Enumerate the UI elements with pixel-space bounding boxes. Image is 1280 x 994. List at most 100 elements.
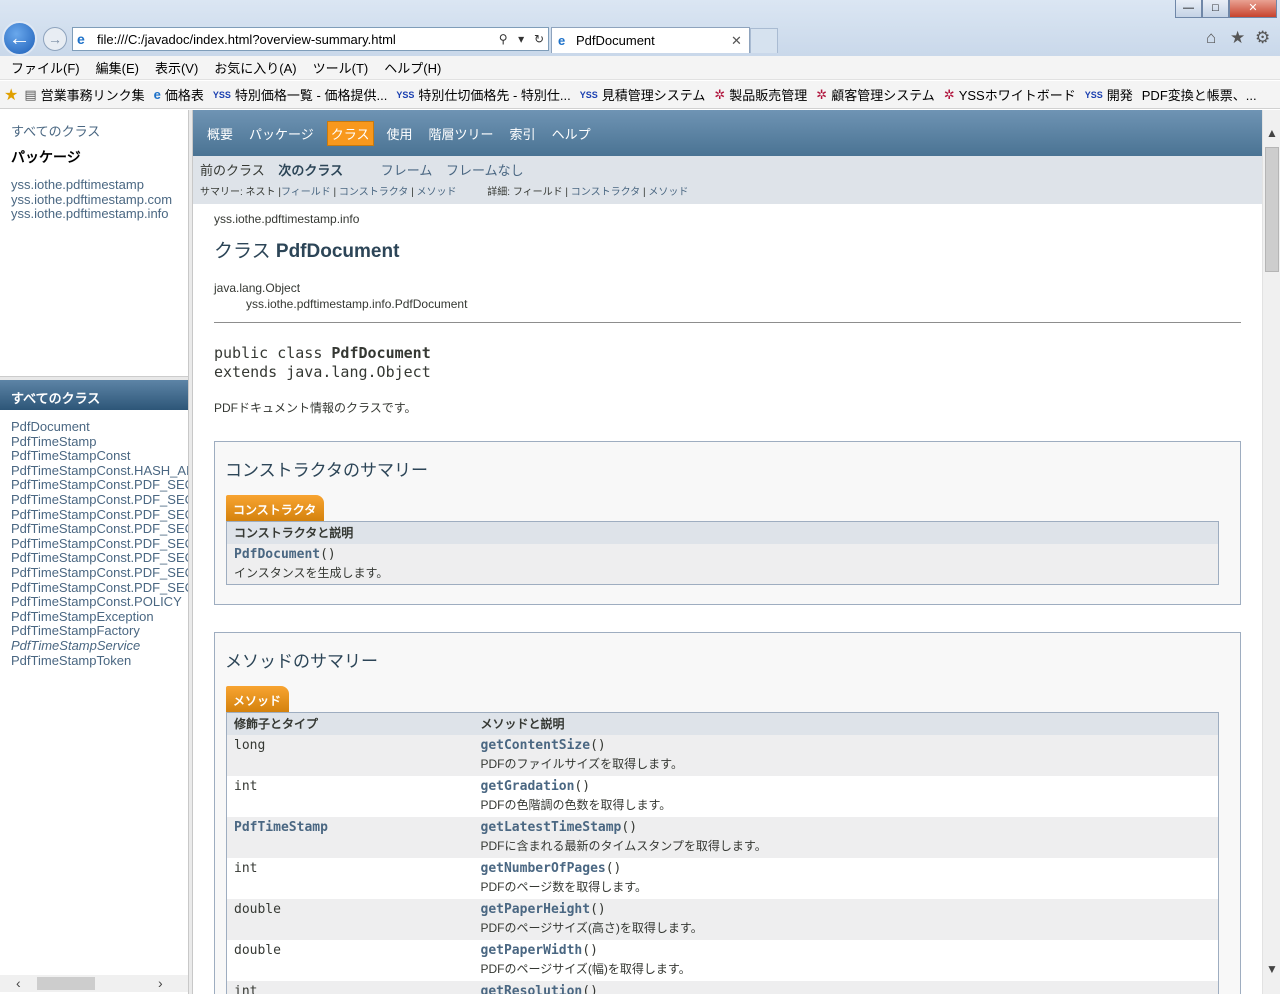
scroll-down-icon[interactable]: ▼ xyxy=(1266,962,1278,976)
scroll-up-icon[interactable]: ▲ xyxy=(1266,126,1278,140)
nav-index[interactable]: 索引 xyxy=(507,122,539,145)
summary-constructor-link[interactable]: コンストラクタ xyxy=(339,187,408,198)
menu-edit[interactable]: 編集(E) xyxy=(88,58,147,77)
detail-method-link[interactable]: メソッド xyxy=(648,187,688,198)
interface-link[interactable]: PdfTimeStampService xyxy=(11,638,188,654)
package-link[interactable]: yss.iothe.pdftimestamp.info xyxy=(11,206,172,222)
package-list: yss.iothe.pdftimestamp yss.iothe.pdftime… xyxy=(11,177,172,222)
package-link[interactable]: yss.iothe.pdftimestamp.com xyxy=(11,192,172,208)
no-frames-link[interactable]: フレームなし xyxy=(446,163,524,178)
browser-tab[interactable]: e PdfDocument ✕ xyxy=(551,27,750,53)
class-link[interactable]: PdfTimeStampConst.PDF_SEC xyxy=(11,565,188,581)
gear-icon[interactable]: ⚙ xyxy=(1255,28,1270,48)
yss-logo-icon: YSS xyxy=(579,89,598,100)
vertical-scrollbar[interactable]: ▲ ▼ xyxy=(1262,110,1280,994)
minimize-button[interactable]: — xyxy=(1175,0,1202,18)
class-link[interactable]: PdfTimeStampConst.POLICY xyxy=(11,595,188,610)
favorite-link[interactable]: YSS 特別仕切価格先 - 特別仕... xyxy=(396,85,570,104)
favorite-link[interactable]: ▤ 営業事務リンク集 xyxy=(24,85,144,104)
nav-use[interactable]: 使用 xyxy=(384,122,416,145)
inheritance-parent: java.lang.Object xyxy=(214,281,301,295)
class-link[interactable]: PdfDocument xyxy=(11,419,188,435)
menu-favorites[interactable]: お気に入り(A) xyxy=(206,58,304,77)
back-button[interactable]: ← xyxy=(2,21,37,56)
summary-method-link[interactable]: メソッド xyxy=(416,187,456,198)
method-link[interactable]: getPaperHeight xyxy=(481,902,591,917)
method-link[interactable]: getGradation xyxy=(481,779,575,794)
menu-tools[interactable]: ツール(T) xyxy=(305,58,377,77)
nav-help[interactable]: ヘルプ xyxy=(549,122,594,145)
class-link[interactable]: PdfTimeStampFactory xyxy=(11,624,188,639)
method-link[interactable]: getResolution xyxy=(481,984,583,994)
frames-link[interactable]: フレーム xyxy=(381,163,433,178)
refresh-icon[interactable]: ↻ xyxy=(530,32,548,46)
detail-field-label: フィールド xyxy=(512,187,563,198)
class-link[interactable]: PdfTimeStampConst.PDF_SEC xyxy=(11,478,188,493)
nav-package[interactable]: パッケージ xyxy=(246,122,317,145)
favorite-link[interactable]: YSS 特別価格一覧 - 価格提供... xyxy=(213,85,387,104)
class-link[interactable]: PdfTimeStamp xyxy=(11,434,188,450)
menu-help[interactable]: ヘルプ(H) xyxy=(376,58,449,77)
package-link[interactable]: yss.iothe.pdftimestamp xyxy=(11,177,172,193)
horizontal-scrollbar[interactable]: ‹ › xyxy=(0,975,188,992)
dropdown-icon[interactable]: ▾ xyxy=(512,32,530,46)
table-row: PdfDocument() インスタンスを生成します。 xyxy=(226,543,1219,584)
return-type-link[interactable]: PdfTimeStamp xyxy=(234,820,328,835)
method-link[interactable]: getLatestTimeStamp xyxy=(481,820,622,835)
class-link[interactable]: PdfTimeStampToken xyxy=(11,653,188,669)
scroll-right-icon[interactable]: › xyxy=(158,975,163,991)
detail-constructor-link[interactable]: コンストラクタ xyxy=(571,187,640,198)
address-input[interactable] xyxy=(94,31,495,47)
search-icon[interactable]: ⚲ xyxy=(494,32,512,46)
return-type: int xyxy=(234,983,258,994)
favorite-link[interactable]: e 価格表 xyxy=(154,85,204,104)
method-link[interactable]: getContentSize xyxy=(481,738,591,753)
divider xyxy=(214,322,1241,323)
menu-file[interactable]: ファイル(F) xyxy=(3,58,88,77)
class-link[interactable]: PdfTimeStampConst.PDF_SEC xyxy=(11,536,188,552)
menu-view[interactable]: 表示(V) xyxy=(147,58,206,77)
favorite-link[interactable]: ✲ 製品販売管理 xyxy=(714,85,807,104)
content-area: すべてのクラス パッケージ yss.iothe.pdftimestamp yss… xyxy=(0,110,1280,994)
class-link[interactable]: PdfTimeStampConst.PDF_SEC xyxy=(11,507,188,523)
sub-navbar: 前のクラス 次のクラス フレーム フレームなし サマリー: ネスト |フィールド… xyxy=(193,156,1262,204)
favorite-link[interactable]: ✲ 顧客管理システム xyxy=(816,85,935,104)
method-link[interactable]: getPaperWidth xyxy=(481,943,583,958)
menubar: ファイル(F) 編集(E) 表示(V) お気に入り(A) ツール(T) ヘルプ(… xyxy=(0,56,1280,80)
close-tab-icon[interactable]: ✕ xyxy=(731,33,749,49)
nav-tree[interactable]: 階層ツリー xyxy=(426,122,497,145)
next-class-link[interactable]: 次のクラス xyxy=(278,163,343,178)
nav-overview[interactable]: 概要 xyxy=(204,122,236,145)
home-icon[interactable]: ⌂ xyxy=(1206,28,1216,48)
ie-icon: e xyxy=(153,87,161,102)
class-link[interactable]: PdfTimeStampConst.PDF_SEC xyxy=(11,580,188,596)
summary-field-link[interactable]: フィールド xyxy=(281,187,331,198)
favorites-star-icon[interactable]: ★ xyxy=(1230,28,1245,48)
constructor-description: インスタンスを生成します。 xyxy=(234,565,389,580)
class-link[interactable]: PdfTimeStampConst xyxy=(11,449,188,464)
new-tab-button[interactable] xyxy=(750,28,778,53)
class-link[interactable]: PdfTimeStampException xyxy=(11,609,188,625)
summary-label: サマリー: ネスト | xyxy=(200,187,281,198)
maximize-button[interactable]: □ xyxy=(1202,0,1229,18)
favorite-link[interactable]: PDF変換と帳票、... xyxy=(1142,85,1257,104)
constructor-summary-title: コンストラクタのサマリー xyxy=(225,461,428,480)
forward-button[interactable]: → xyxy=(43,27,67,51)
scrollbar-thumb[interactable] xyxy=(1265,147,1279,272)
favorite-link[interactable]: YSS 見積管理システム xyxy=(580,85,706,104)
separator: | xyxy=(330,187,339,198)
favorite-link[interactable]: YSS 開発 xyxy=(1085,85,1133,104)
class-link[interactable]: PdfTimeStampConst.PDF_SEC xyxy=(11,492,188,508)
class-link[interactable]: PdfTimeStampConst.PDF_SEC xyxy=(11,522,188,537)
method-link[interactable]: getNumberOfPages xyxy=(481,861,606,876)
favorites-star-icon[interactable]: ★ xyxy=(4,85,18,105)
scroll-left-icon[interactable]: ‹ xyxy=(16,975,21,991)
close-window-button[interactable]: ✕ xyxy=(1229,0,1277,18)
address-bar[interactable]: e ⚲ ▾ ↻ xyxy=(72,27,549,51)
scrollbar-thumb[interactable] xyxy=(37,977,95,990)
all-classes-link[interactable]: すべてのクラス xyxy=(11,121,100,140)
favorite-link[interactable]: ✲ YSSホワイトボード xyxy=(944,85,1076,104)
class-link[interactable]: PdfTimeStampConst.HASH_AL xyxy=(11,463,188,479)
constructor-link[interactable]: PdfDocument xyxy=(234,547,320,562)
class-link[interactable]: PdfTimeStampConst.PDF_SEC xyxy=(11,551,188,566)
